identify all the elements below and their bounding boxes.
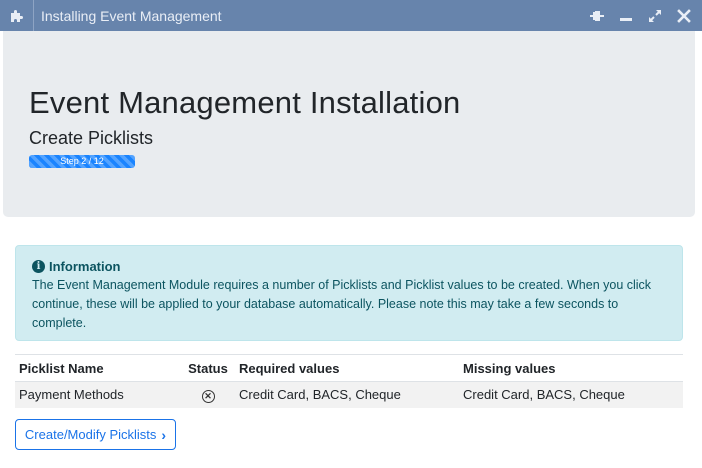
title-bar: Installing Event Management [0, 0, 702, 31]
minimize-icon[interactable] [616, 6, 636, 26]
column-header-missing-values: Missing values [459, 354, 683, 382]
step-progress-label: Step 2 / 12 [60, 156, 104, 166]
info-icon: i [32, 259, 45, 273]
column-header-status: Status [181, 354, 235, 382]
cell-required-values: Credit Card, BACS, Cheque [235, 381, 459, 408]
create-button-label: Create/Modify Picklists [24, 427, 157, 442]
info-heading-text: Information [49, 258, 121, 274]
circle-x-icon: ✕ [201, 389, 215, 403]
window-title: Installing Event Management [41, 7, 222, 24]
window-controls [587, 6, 702, 26]
close-icon[interactable] [674, 6, 694, 26]
header-panel: Event Management Installation Create Pic… [3, 31, 695, 217]
step-progress-bar: Step 2 / 12 [29, 155, 135, 168]
picklist-table: Picklist Name Status Required values Mis… [15, 354, 683, 408]
maximize-icon[interactable] [645, 6, 665, 26]
chevron-right-icon: › [161, 426, 167, 443]
installer-window: Installing Event Management Event Manage… [0, 0, 702, 468]
info-alert: i Information The Event Management Modul… [15, 245, 683, 341]
pin-icon[interactable] [587, 6, 607, 26]
puzzle-icon [0, 0, 34, 31]
info-alert-heading: i Information [32, 257, 666, 275]
cell-missing-values: Credit Card, BACS, Cheque [459, 381, 683, 408]
page-title: Event Management Installation [29, 85, 461, 120]
column-header-picklist-name: Picklist Name [15, 354, 181, 382]
info-alert-text: The Event Management Module requires a n… [32, 278, 652, 330]
cell-picklist-name: Payment Methods [15, 381, 181, 408]
create-modify-picklists-button[interactable]: Create/Modify Picklists › [15, 419, 176, 450]
column-header-required-values: Required values [235, 354, 459, 382]
table-row: Payment Methods ✕ Credit Card, BACS, Che… [15, 381, 683, 408]
page-subtitle: Create Picklists [29, 128, 154, 148]
cell-status: ✕ [181, 381, 235, 408]
table-header-row: Picklist Name Status Required values Mis… [15, 354, 683, 382]
